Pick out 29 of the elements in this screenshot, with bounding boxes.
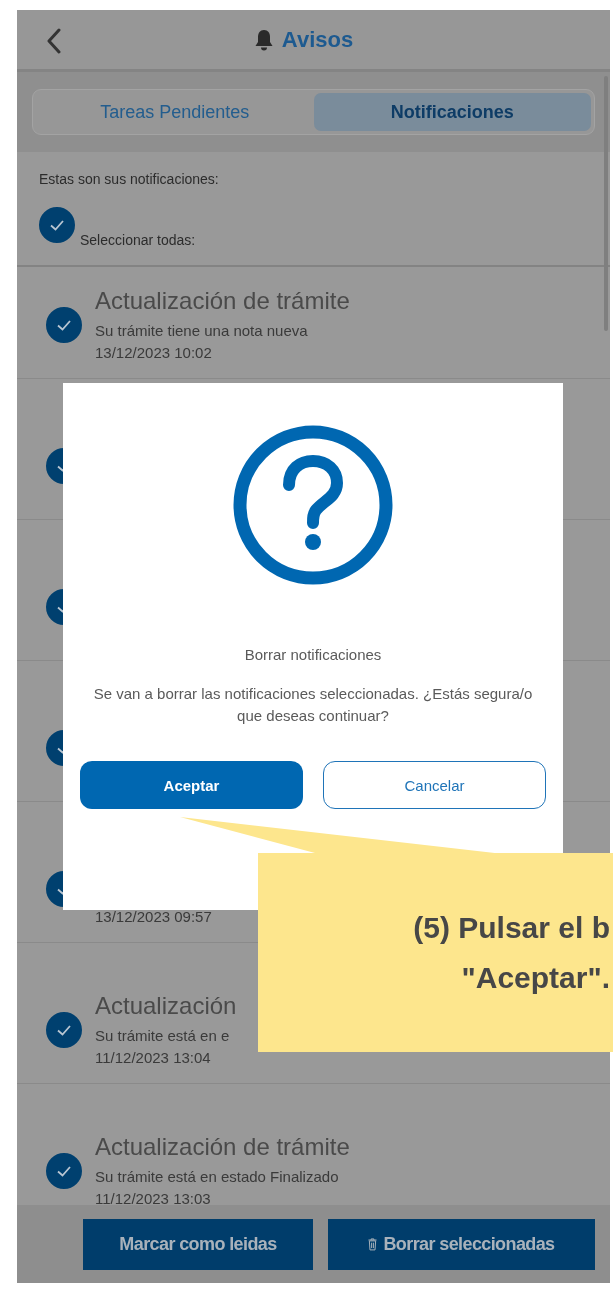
screen-title: Avisos: [281, 26, 354, 53]
back-icon[interactable]: [47, 28, 61, 54]
bell-icon: [253, 28, 274, 51]
notification-title: Actualización de trámite: [95, 286, 350, 316]
checkbox[interactable]: [46, 1012, 82, 1048]
trash-icon: [368, 1237, 378, 1251]
cancel-button[interactable]: Cancelar: [323, 761, 546, 809]
notification-title: Actualización de trámite: [95, 1132, 350, 1162]
question-icon: [233, 425, 393, 585]
intro-text: Estas son sus notificaciones:: [39, 170, 220, 188]
dialog-title: Borrar notificaciones: [244, 645, 382, 665]
select-all-label: Seleccionar todas:: [80, 231, 196, 249]
notification-message: Su trámite está en e: [95, 1026, 231, 1046]
action-button[interactable]: Marcar como leidas: [83, 1218, 313, 1270]
checkbox[interactable]: [46, 1153, 82, 1189]
accept-button[interactable]: Aceptar: [80, 761, 303, 809]
action-button[interactable]: Borrar seleccionadas: [328, 1218, 595, 1270]
notification-message: Su trámite tiene una nota nueva: [95, 321, 309, 341]
callout-text: (5) Pulsar el b "Aceptar".: [413, 910, 611, 996]
notification-date: 13/12/2023 10:02: [95, 344, 213, 362]
tab[interactable]: Notificaciones: [313, 93, 591, 131]
dialog-message: Se van a borrar las notificaciones seleccionadas. ¿Estás segura/o que deseas continuar?: [92, 684, 534, 726]
checkbox[interactable]: [46, 307, 82, 343]
checkbox[interactable]: [39, 207, 75, 243]
notification-date: 13/12/2023 09:57: [95, 908, 212, 926]
notification-date: 11/12/2023 13:03: [95, 1190, 212, 1208]
notification-title: Actualización: [95, 991, 237, 1021]
notification-date: 11/12/2023 13:04: [95, 1049, 212, 1067]
notification-message: Su trámite está en estado Finalizado: [95, 1167, 340, 1187]
